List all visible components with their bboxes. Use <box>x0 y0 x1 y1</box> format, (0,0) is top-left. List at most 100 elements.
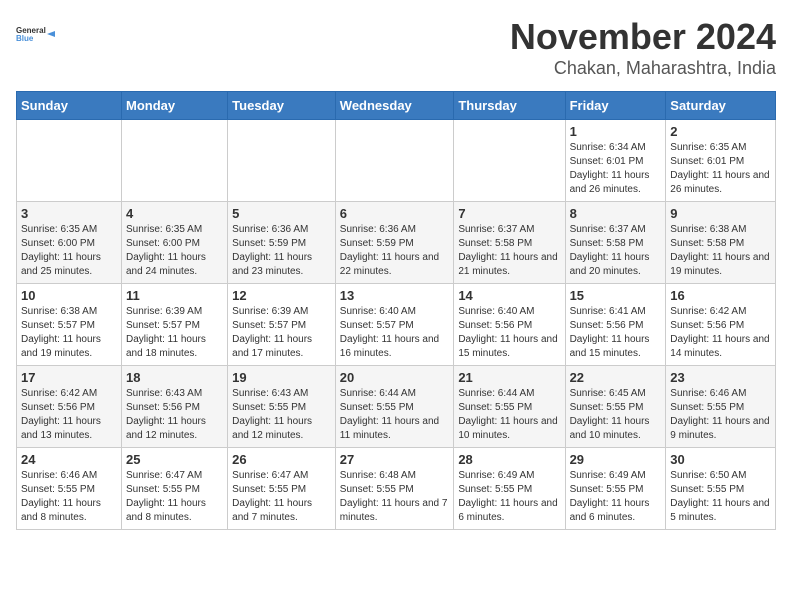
day-number: 14 <box>458 288 560 303</box>
header-friday: Friday <box>565 92 666 120</box>
day-number: 17 <box>21 370 117 385</box>
day-number: 6 <box>340 206 450 221</box>
day-number: 26 <box>232 452 331 467</box>
day-number: 24 <box>21 452 117 467</box>
title-area: November 2024 Chakan, Maharashtra, India <box>510 16 776 79</box>
cell-info: Sunrise: 6:35 AM Sunset: 6:00 PM Dayligh… <box>126 223 223 279</box>
logo: General Blue <box>16 16 56 52</box>
day-number: 30 <box>670 452 771 467</box>
header-tuesday: Tuesday <box>228 92 336 120</box>
calendar-cell-w1-d5: 8 Sunrise: 6:37 AM Sunset: 5:58 PM Daylig… <box>565 202 666 284</box>
day-number: 2 <box>670 124 771 139</box>
calendar-cell-w0-d4 <box>454 120 565 202</box>
cell-info: Sunrise: 6:38 AM Sunset: 5:58 PM Dayligh… <box>670 223 771 279</box>
calendar-cell-w0-d1 <box>122 120 228 202</box>
cell-info: Sunrise: 6:50 AM Sunset: 5:55 PM Dayligh… <box>670 469 771 525</box>
calendar-cell-w1-d4: 7 Sunrise: 6:37 AM Sunset: 5:58 PM Daylig… <box>454 202 565 284</box>
cell-info: Sunrise: 6:37 AM Sunset: 5:58 PM Dayligh… <box>570 223 662 279</box>
calendar-week-0: 1 Sunrise: 6:34 AM Sunset: 6:01 PM Daylig… <box>17 120 776 202</box>
calendar-week-1: 3 Sunrise: 6:35 AM Sunset: 6:00 PM Daylig… <box>17 202 776 284</box>
cell-info: Sunrise: 6:45 AM Sunset: 5:55 PM Dayligh… <box>570 387 662 443</box>
day-number: 23 <box>670 370 771 385</box>
day-number: 19 <box>232 370 331 385</box>
calendar-week-4: 24 Sunrise: 6:46 AM Sunset: 5:55 PM Dayli… <box>17 448 776 530</box>
calendar-cell-w4-d2: 26Sunrise: 6:47 AM Sunset: 5:55 PM Dayli… <box>228 448 336 530</box>
header-sunday: Sunday <box>17 92 122 120</box>
calendar-cell-w4-d0: 24 Sunrise: 6:46 AM Sunset: 5:55 PM Dayli… <box>17 448 122 530</box>
calendar-cell-w4-d6: 30 Sunrise: 6:50 AM Sunset: 5:55 PM Dayli… <box>666 448 776 530</box>
cell-info: Sunrise: 6:43 AM Sunset: 5:56 PM Dayligh… <box>126 387 223 443</box>
calendar-cell-w0-d6: 2 Sunrise: 6:35 AM Sunset: 6:01 PM Daylig… <box>666 120 776 202</box>
day-number: 13 <box>340 288 450 303</box>
day-number: 22 <box>570 370 662 385</box>
cell-info: Sunrise: 6:47 AM Sunset: 5:55 PM Dayligh… <box>126 469 223 525</box>
day-number: 29 <box>570 452 662 467</box>
day-number: 27 <box>340 452 450 467</box>
header-thursday: Thursday <box>454 92 565 120</box>
day-number: 10 <box>21 288 117 303</box>
day-number: 1 <box>570 124 662 139</box>
cell-info: Sunrise: 6:48 AM Sunset: 5:55 PM Dayligh… <box>340 469 450 525</box>
calendar-cell-w0-d5: 1 Sunrise: 6:34 AM Sunset: 6:01 PM Daylig… <box>565 120 666 202</box>
calendar-cell-w2-d2: 12Sunrise: 6:39 AM Sunset: 5:57 PM Dayli… <box>228 284 336 366</box>
day-number: 28 <box>458 452 560 467</box>
calendar-week-3: 17Sunrise: 6:42 AM Sunset: 5:56 PM Dayli… <box>17 366 776 448</box>
cell-info: Sunrise: 6:34 AM Sunset: 6:01 PM Dayligh… <box>570 141 662 197</box>
header-wednesday: Wednesday <box>335 92 454 120</box>
day-number: 9 <box>670 206 771 221</box>
cell-info: Sunrise: 6:46 AM Sunset: 5:55 PM Dayligh… <box>21 469 117 525</box>
calendar-cell-w3-d6: 23 Sunrise: 6:46 AM Sunset: 5:55 PM Dayli… <box>666 366 776 448</box>
cell-info: Sunrise: 6:49 AM Sunset: 5:55 PM Dayligh… <box>570 469 662 525</box>
cell-info: Sunrise: 6:42 AM Sunset: 5:56 PM Dayligh… <box>670 305 771 361</box>
calendar-cell-w0-d2 <box>228 120 336 202</box>
location-title: Chakan, Maharashtra, India <box>510 58 776 79</box>
month-title: November 2024 <box>510 16 776 58</box>
calendar-cell-w2-d5: 15Sunrise: 6:41 AM Sunset: 5:56 PM Dayli… <box>565 284 666 366</box>
cell-info: Sunrise: 6:44 AM Sunset: 5:55 PM Dayligh… <box>340 387 450 443</box>
cell-info: Sunrise: 6:35 AM Sunset: 6:00 PM Dayligh… <box>21 223 117 279</box>
calendar-cell-w3-d1: 18 Sunrise: 6:43 AM Sunset: 5:56 PM Dayli… <box>122 366 228 448</box>
calendar-cell-w3-d2: 19 Sunrise: 6:43 AM Sunset: 5:55 PM Dayli… <box>228 366 336 448</box>
cell-info: Sunrise: 6:46 AM Sunset: 5:55 PM Dayligh… <box>670 387 771 443</box>
calendar-header-row: SundayMondayTuesdayWednesdayThursdayFrid… <box>17 92 776 120</box>
calendar-cell-w0-d3 <box>335 120 454 202</box>
day-number: 15 <box>570 288 662 303</box>
day-number: 25 <box>126 452 223 467</box>
cell-info: Sunrise: 6:38 AM Sunset: 5:57 PM Dayligh… <box>21 305 117 361</box>
day-number: 20 <box>340 370 450 385</box>
day-number: 21 <box>458 370 560 385</box>
calendar-cell-w4-d5: 29 Sunrise: 6:49 AM Sunset: 5:55 PM Dayli… <box>565 448 666 530</box>
cell-info: Sunrise: 6:36 AM Sunset: 5:59 PM Dayligh… <box>340 223 450 279</box>
cell-info: Sunrise: 6:37 AM Sunset: 5:58 PM Dayligh… <box>458 223 560 279</box>
day-number: 18 <box>126 370 223 385</box>
cell-info: Sunrise: 6:39 AM Sunset: 5:57 PM Dayligh… <box>126 305 223 361</box>
calendar-cell-w4-d1: 25 Sunrise: 6:47 AM Sunset: 5:55 PM Dayli… <box>122 448 228 530</box>
cell-info: Sunrise: 6:35 AM Sunset: 6:01 PM Dayligh… <box>670 141 771 197</box>
calendar-cell-w3-d4: 21 Sunrise: 6:44 AM Sunset: 5:55 PM Dayli… <box>454 366 565 448</box>
calendar-table: SundayMondayTuesdayWednesdayThursdayFrid… <box>16 91 776 530</box>
cell-info: Sunrise: 6:36 AM Sunset: 5:59 PM Dayligh… <box>232 223 331 279</box>
logo-svg: General Blue <box>16 16 56 52</box>
calendar-cell-w2-d4: 14 Sunrise: 6:40 AM Sunset: 5:56 PM Dayli… <box>454 284 565 366</box>
day-number: 11 <box>126 288 223 303</box>
cell-info: Sunrise: 6:40 AM Sunset: 5:57 PM Dayligh… <box>340 305 450 361</box>
cell-info: Sunrise: 6:40 AM Sunset: 5:56 PM Dayligh… <box>458 305 560 361</box>
calendar-cell-w3-d3: 20 Sunrise: 6:44 AM Sunset: 5:55 PM Dayli… <box>335 366 454 448</box>
day-number: 12 <box>232 288 331 303</box>
day-number: 8 <box>570 206 662 221</box>
cell-info: Sunrise: 6:43 AM Sunset: 5:55 PM Dayligh… <box>232 387 331 443</box>
svg-text:Blue: Blue <box>16 34 34 43</box>
day-number: 4 <box>126 206 223 221</box>
cell-info: Sunrise: 6:49 AM Sunset: 5:55 PM Dayligh… <box>458 469 560 525</box>
cell-info: Sunrise: 6:44 AM Sunset: 5:55 PM Dayligh… <box>458 387 560 443</box>
day-number: 3 <box>21 206 117 221</box>
header-saturday: Saturday <box>666 92 776 120</box>
calendar-week-2: 10 Sunrise: 6:38 AM Sunset: 5:57 PM Dayli… <box>17 284 776 366</box>
day-number: 5 <box>232 206 331 221</box>
calendar-cell-w3-d5: 22 Sunrise: 6:45 AM Sunset: 5:55 PM Dayli… <box>565 366 666 448</box>
calendar-cell-w1-d0: 3 Sunrise: 6:35 AM Sunset: 6:00 PM Daylig… <box>17 202 122 284</box>
calendar-cell-w2-d1: 11 Sunrise: 6:39 AM Sunset: 5:57 PM Dayli… <box>122 284 228 366</box>
header-monday: Monday <box>122 92 228 120</box>
day-number: 7 <box>458 206 560 221</box>
calendar-cell-w2-d6: 16Sunrise: 6:42 AM Sunset: 5:56 PM Dayli… <box>666 284 776 366</box>
